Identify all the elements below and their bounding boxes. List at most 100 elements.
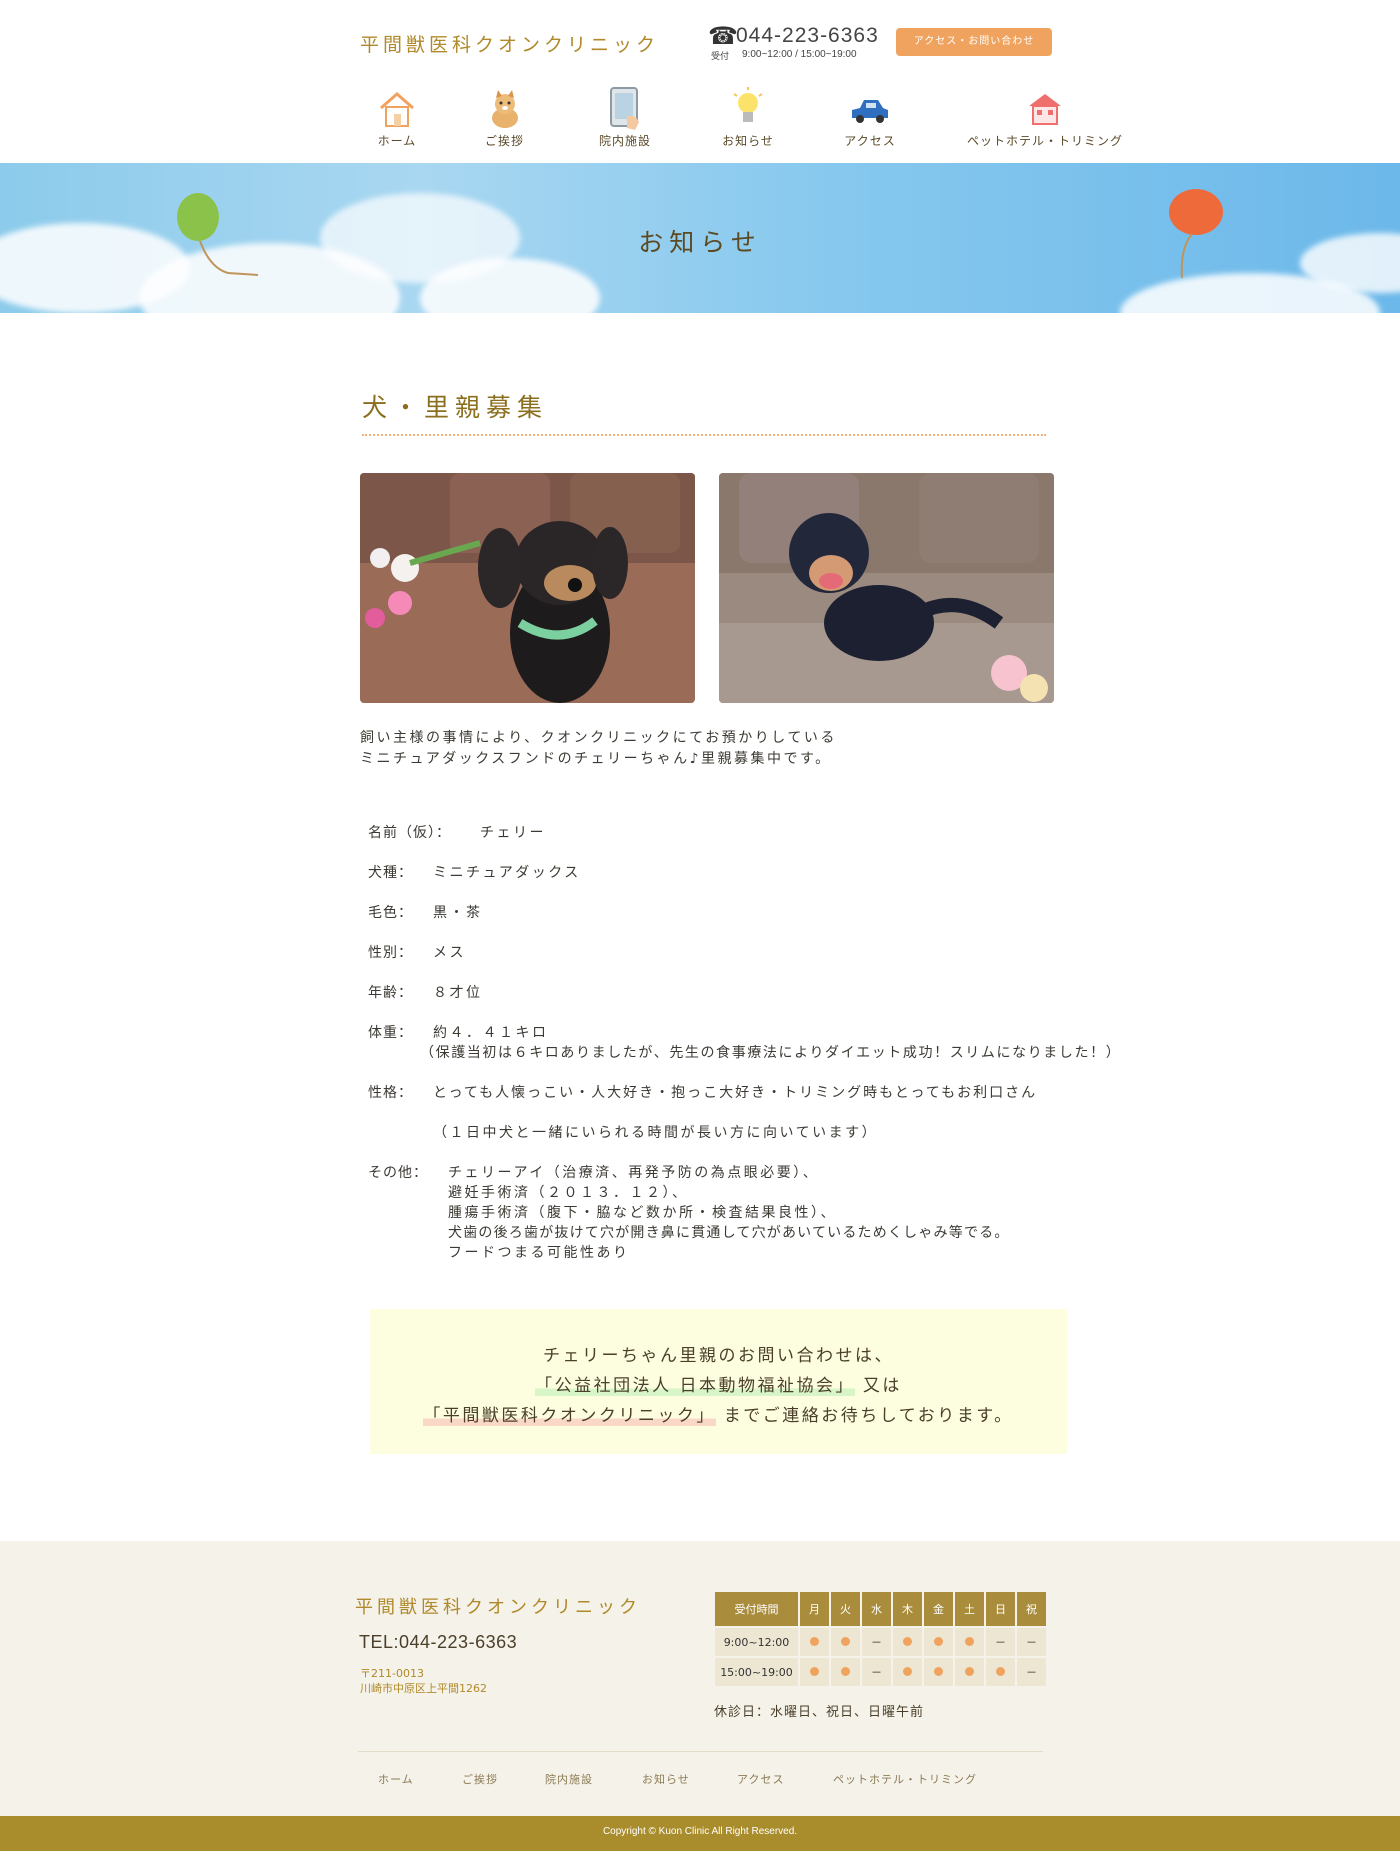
footer-nav-home[interactable]: ホーム — [378, 1771, 414, 1787]
hours-header: 火 — [831, 1592, 860, 1626]
title-divider — [362, 434, 1046, 436]
profile-value-other: フードつまる可能性あり — [448, 1245, 630, 1261]
closed-dash: － — [1017, 1628, 1046, 1656]
profile-label-breed: 犬種： — [368, 865, 413, 881]
inquiry-line-3: 「平間獣医科クオンクリニック」 までご連絡お待ちしております。 — [370, 1401, 1067, 1426]
hours-header: 土 — [955, 1592, 984, 1626]
hours-header: 水 — [862, 1592, 891, 1626]
open-dot-icon — [996, 1666, 1005, 1676]
profile-label-personality: 性格： — [368, 1085, 413, 1101]
profile-value-weight-note: （保護当初は６キロありましたが、先生の食事療法によりダイエット成功！スリムになり… — [420, 1045, 1122, 1061]
profile-value-personality-note: （１日中犬と一緒にいられる時間が長い方に向いています） — [433, 1125, 879, 1141]
hours-time: 15:00~19:00 — [715, 1658, 798, 1686]
nav-item-facilities[interactable]: 院内施設 — [590, 86, 660, 149]
profile-label-other: その他： — [368, 1165, 428, 1181]
phone-icon: ☎ — [708, 22, 738, 50]
closed-dash: － — [862, 1658, 891, 1686]
profile-label-weight: 体重： — [368, 1025, 413, 1041]
hours-table: 受付時間 月 火 水 木 金 土 日 祝 9:00~12:00 － －－ 15:… — [713, 1590, 1048, 1688]
intro-text: 飼い主様の事情により、クオンクリニックにてお預かりしている ミニチュアダックスフ… — [360, 728, 837, 770]
reception-hours: 9:00~12:00 / 15:00~19:00 — [742, 49, 857, 60]
dog-photo-2 — [719, 473, 1054, 703]
nav-item-news[interactable]: お知らせ — [713, 86, 783, 149]
inquiry-text: 又は — [855, 1376, 902, 1396]
open-dot-icon — [810, 1666, 819, 1676]
footer-logo[interactable]: 平間獣医科クオンクリニック — [355, 1593, 641, 1619]
footer-nav-access[interactable]: アクセス — [737, 1771, 784, 1787]
open-dot-icon — [893, 1658, 922, 1686]
hours-header: 受付時間 — [715, 1592, 798, 1626]
open-dot-icon — [831, 1628, 860, 1656]
open-dot-icon — [893, 1628, 922, 1656]
hours-row: 15:00~19:00 － － — [715, 1658, 1046, 1686]
nav-label: アクセス — [844, 134, 896, 148]
intro-line: 飼い主様の事情により、クオンクリニックにてお預かりしている — [360, 730, 837, 746]
footer — [0, 1541, 1400, 1816]
footer-nav-pet-hotel[interactable]: ペットホテル・トリミング — [833, 1771, 977, 1787]
house-icon — [380, 92, 414, 127]
tablet-icon — [610, 87, 639, 130]
footer-divider — [358, 1751, 1043, 1752]
hours-header: 祝 — [1017, 1592, 1046, 1626]
footer-tel: TEL:044-223-6363 — [359, 1632, 518, 1652]
open-dot-icon — [903, 1666, 912, 1676]
nav-item-greeting[interactable]: ご挨拶 — [477, 86, 532, 149]
inquiry-line-2: 「公益社団法人 日本動物福祉協会」 又は — [370, 1371, 1067, 1396]
profile-value-weight: 約４．４１キロ — [433, 1025, 549, 1041]
pet-house-icon — [1029, 94, 1061, 125]
open-dot-icon — [934, 1666, 943, 1676]
org-link-clinic[interactable]: 「平間獣医科クオンクリニック」 — [423, 1406, 716, 1426]
open-dot-icon — [841, 1666, 850, 1676]
contact-button[interactable]: アクセス・お問い合わせ — [896, 28, 1052, 56]
footer-address: 川崎市中原区上平間1262 — [360, 1682, 487, 1695]
hours-header-row: 受付時間 月 火 水 木 金 土 日 祝 — [715, 1592, 1046, 1626]
dog-icon — [491, 90, 518, 128]
inquiry-text: までご連絡お待ちしております。 — [715, 1406, 1014, 1426]
profile-label-name: 名前（仮）： — [368, 825, 451, 841]
open-dot-icon — [800, 1628, 829, 1656]
hours-time: 9:00~12:00 — [715, 1628, 798, 1656]
profile-value-other: 避妊手術済（２０１３．１２）、 — [448, 1185, 689, 1201]
open-dot-icon — [955, 1628, 984, 1656]
open-dot-icon — [841, 1636, 850, 1646]
open-dot-icon — [955, 1658, 984, 1686]
nav-label: ペットホテル・トリミング — [966, 134, 1123, 148]
open-dot-icon — [965, 1636, 974, 1646]
footer-nav-news[interactable]: お知らせ — [642, 1771, 690, 1787]
footer-nav-greeting[interactable]: ご挨拶 — [462, 1771, 498, 1787]
open-dot-icon — [903, 1636, 912, 1646]
open-dot-icon — [986, 1658, 1015, 1686]
intro-line: ミニチュアダックスフンドのチェリーちゃん♪里親募集中です。 — [360, 751, 832, 767]
site-logo[interactable]: 平間獣医科クオンクリニック — [360, 30, 659, 57]
lightbulb-icon — [733, 87, 763, 122]
footer-postal: 〒211-0013 — [360, 1667, 424, 1680]
profile-label-sex: 性別： — [368, 945, 413, 961]
nav-item-home[interactable]: ホーム — [372, 86, 422, 149]
profile-value-name: チェリー — [480, 825, 546, 841]
profile-value-other: 犬歯の後ろ歯が抜けて穴が開き鼻に貫通して穴があいているためくしゃみ等でる。 — [448, 1225, 1010, 1241]
profile-value-sex: メス — [433, 945, 466, 961]
hours-row: 9:00~12:00 － －－ — [715, 1628, 1046, 1656]
nav-label: 院内施設 — [598, 134, 651, 148]
profile-value-other: チェリーアイ（治療済、再発予防の為点眼必要）、 — [448, 1165, 820, 1181]
inquiry-line-1: チェリーちゃん里親のお問い合わせは、 — [543, 1346, 894, 1366]
dog-photo-1 — [360, 473, 695, 703]
open-dot-icon — [924, 1628, 953, 1656]
profile-value-coat: 黒・茶 — [433, 905, 483, 921]
closed-dash: － — [862, 1628, 891, 1656]
profile-label-age: 年齢： — [368, 985, 413, 1001]
nav-label: ご挨拶 — [484, 134, 524, 148]
profile-value-age: ８才位 — [433, 985, 483, 1001]
org-link-animal-welfare[interactable]: 「公益社団法人 日本動物福祉協会」 — [535, 1376, 855, 1396]
open-dot-icon — [831, 1658, 860, 1686]
article-title: 犬・里親募集 — [362, 393, 549, 422]
nav-item-access[interactable]: アクセス — [835, 86, 905, 149]
copyright: Copyright © Kuon Clinic All Right Reserv… — [602, 1826, 798, 1837]
nav-label: ホーム — [377, 134, 417, 148]
nav-item-pet-hotel[interactable]: ペットホテル・トリミング — [960, 86, 1130, 149]
hours-header: 日 — [986, 1592, 1015, 1626]
car-icon — [852, 100, 888, 123]
footer-nav-facilities[interactable]: 院内施設 — [545, 1771, 593, 1787]
profile-label-coat: 毛色： — [368, 905, 413, 921]
profile-value-breed: ミニチュアダックス — [433, 865, 581, 881]
